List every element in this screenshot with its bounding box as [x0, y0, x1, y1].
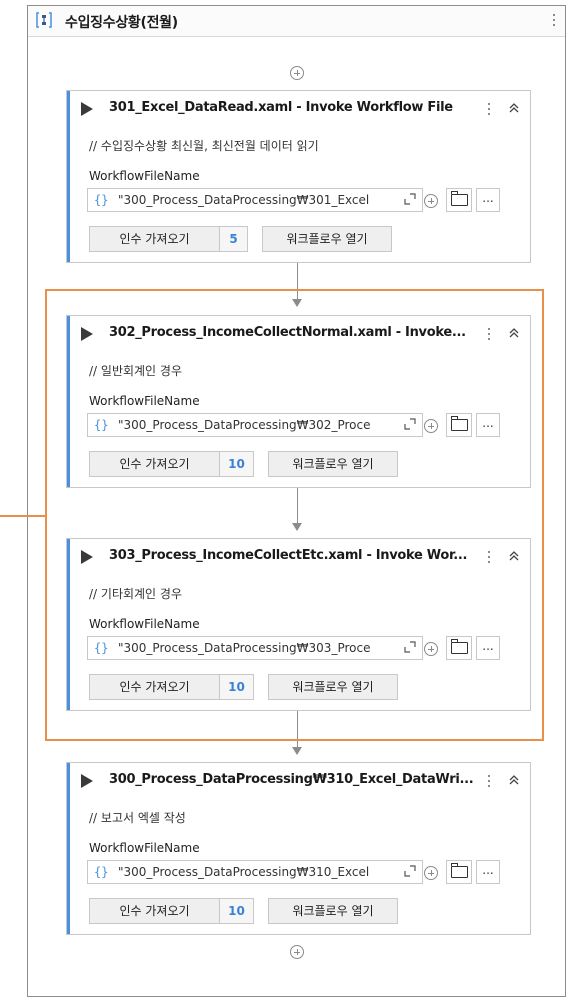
plus-circle-icon[interactable]	[424, 194, 438, 208]
argument-count-badge: 10	[220, 898, 254, 924]
browse-button[interactable]: ...	[476, 188, 500, 212]
expand-editor-icon[interactable]	[403, 192, 417, 206]
import-arguments-button[interactable]: 인수 가져오기	[89, 226, 220, 252]
workflow-file-name-label: WorkflowFileName	[89, 169, 200, 183]
browse-button[interactable]: ...	[476, 413, 500, 437]
card-comment: // 기타회계인 경우	[89, 587, 182, 601]
expression-braces-icon: {}	[94, 865, 109, 879]
play-icon	[81, 550, 93, 564]
import-arguments-button[interactable]: 인수 가져오기	[89, 451, 220, 477]
open-workflow-button[interactable]: 워크플로우 열기	[268, 674, 398, 700]
plus-circle-icon[interactable]	[424, 866, 438, 880]
open-workflow-button[interactable]: 워크플로우 열기	[268, 898, 398, 924]
workflow-file-name-field[interactable]: {} "300_Process_DataProcessing₩310_Excel	[87, 860, 423, 884]
connector-arrow-icon	[292, 299, 302, 307]
plus-circle-icon[interactable]	[424, 419, 438, 433]
expand-editor-icon[interactable]	[403, 417, 417, 431]
import-arguments-button[interactable]: 인수 가져오기	[89, 674, 220, 700]
card-header[interactable]: 301_Excel_DataRead.xaml - Invoke Workflo…	[67, 91, 530, 125]
browse-button[interactable]: ...	[476, 636, 500, 660]
sequence-header[interactable]: 수입징수상황(전월)	[28, 6, 565, 37]
card-comment: // 수입징수상황 최신월, 최신전월 데이터 읽기	[89, 139, 319, 153]
add-activity-bottom-icon[interactable]	[290, 945, 304, 959]
card-header[interactable]: 300_Process_DataProcessing₩310_Excel_Dat…	[67, 763, 530, 797]
expression-braces-icon: {}	[94, 418, 109, 432]
card-title: 303_Process_IncomeCollectEtc.xaml - Invo…	[109, 548, 468, 563]
import-arguments-button[interactable]: 인수 가져오기	[89, 898, 220, 924]
open-workflow-button[interactable]: 워크플로우 열기	[268, 451, 398, 477]
invoke-workflow-card[interactable]: 301_Excel_DataRead.xaml - Invoke Workflo…	[66, 90, 531, 263]
card-title: 301_Excel_DataRead.xaml - Invoke Workflo…	[109, 100, 453, 115]
sequence-icon	[36, 12, 52, 28]
add-activity-top-icon[interactable]	[290, 66, 304, 80]
card-header[interactable]: 303_Process_IncomeCollectEtc.xaml - Invo…	[67, 539, 530, 573]
play-icon	[81, 774, 93, 788]
workflow-file-name-label: WorkflowFileName	[89, 841, 200, 855]
folder-icon	[450, 191, 468, 206]
workflow-file-name-label: WorkflowFileName	[89, 617, 200, 631]
invoke-workflow-card[interactable]: 302_Process_IncomeCollectNormal.xaml - I…	[66, 315, 531, 488]
folder-button[interactable]	[446, 413, 472, 437]
argument-count-badge: 10	[220, 674, 254, 700]
expand-editor-icon[interactable]	[403, 864, 417, 878]
connector-arrow-icon	[292, 523, 302, 531]
sequence-more-icon[interactable]	[549, 10, 559, 30]
workflow-file-name-value: "300_Process_DataProcessing₩301_Excel	[118, 193, 370, 207]
card-title: 300_Process_DataProcessing₩310_Excel_Dat…	[109, 772, 474, 787]
double-chevron-up-icon[interactable]	[508, 102, 520, 114]
argument-count-badge: 5	[220, 226, 248, 252]
invoke-workflow-card[interactable]: 303_Process_IncomeCollectEtc.xaml - Invo…	[66, 538, 531, 711]
play-icon	[81, 102, 93, 116]
card-comment: // 보고서 엑셀 작성	[89, 811, 186, 825]
play-icon	[81, 327, 93, 341]
highlight-leader-line	[0, 515, 45, 517]
workflow-file-name-field[interactable]: {} "300_Process_DataProcessing₩301_Excel	[87, 188, 423, 212]
card-title: 302_Process_IncomeCollectNormal.xaml - I…	[109, 325, 466, 340]
workflow-file-name-value: "300_Process_DataProcessing₩310_Excel	[118, 865, 370, 879]
workflow-file-name-value: "300_Process_DataProcessing₩302_Proce	[118, 418, 371, 432]
workflow-file-name-field[interactable]: {} "300_Process_DataProcessing₩302_Proce	[87, 413, 423, 437]
plus-circle-icon[interactable]	[424, 642, 438, 656]
expand-editor-icon[interactable]	[403, 640, 417, 654]
argument-count-badge: 10	[220, 451, 254, 477]
connector-arrow-icon	[292, 747, 302, 755]
vertical-ellipsis-icon[interactable]	[486, 325, 492, 343]
connector-line	[297, 711, 298, 749]
vertical-ellipsis-icon[interactable]	[486, 100, 492, 118]
folder-icon	[450, 863, 468, 878]
folder-button[interactable]	[446, 636, 472, 660]
workflow-file-name-value: "300_Process_DataProcessing₩303_Proce	[118, 641, 371, 655]
expression-braces-icon: {}	[94, 193, 109, 207]
vertical-ellipsis-icon[interactable]	[486, 772, 492, 790]
connector-line	[297, 263, 298, 301]
expression-braces-icon: {}	[94, 641, 109, 655]
connector-line	[297, 488, 298, 525]
vertical-ellipsis-icon[interactable]	[486, 548, 492, 566]
open-workflow-button[interactable]: 워크플로우 열기	[262, 226, 392, 252]
double-chevron-up-icon[interactable]	[508, 550, 520, 562]
folder-icon	[450, 639, 468, 654]
card-comment: // 일반회계인 경우	[89, 364, 182, 378]
folder-icon	[450, 416, 468, 431]
folder-button[interactable]	[446, 188, 472, 212]
invoke-workflow-card[interactable]: 300_Process_DataProcessing₩310_Excel_Dat…	[66, 762, 531, 935]
folder-button[interactable]	[446, 860, 472, 884]
sequence-title: 수입징수상황(전월)	[65, 15, 178, 31]
workflow-file-name-field[interactable]: {} "300_Process_DataProcessing₩303_Proce	[87, 636, 423, 660]
double-chevron-up-icon[interactable]	[508, 774, 520, 786]
workflow-file-name-label: WorkflowFileName	[89, 394, 200, 408]
card-header[interactable]: 302_Process_IncomeCollectNormal.xaml - I…	[67, 316, 530, 350]
double-chevron-up-icon[interactable]	[508, 327, 520, 339]
browse-button[interactable]: ...	[476, 860, 500, 884]
